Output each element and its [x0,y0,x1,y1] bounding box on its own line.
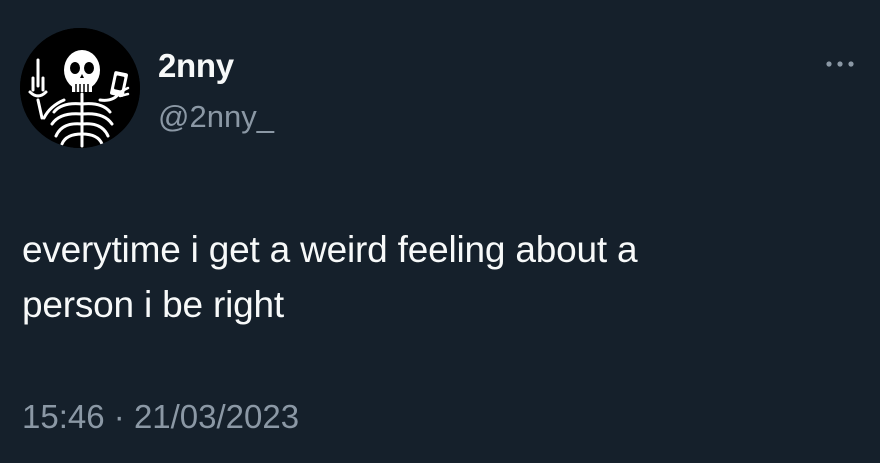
timestamp-separator: · [113,398,125,435]
author-handle[interactable]: @2nny_ [158,98,274,136]
tweet-time[interactable]: 15:46 [22,398,105,435]
tweet-date[interactable]: 21/03/2023 [134,398,299,435]
skeleton-avatar-icon [20,28,140,148]
tweet-text: everytime i get a weird feeling about a … [22,229,638,325]
tweet-card: 2nny @2nny_ everytime i get a weird feel… [0,0,880,463]
profile-avatar[interactable] [20,28,140,148]
more-horizontal-icon [826,61,854,67]
tweet-timestamp[interactable]: 15:46 · 21/03/2023 [22,395,299,439]
more-options-button[interactable] [822,52,858,76]
author-display-name[interactable]: 2nny [158,46,234,86]
